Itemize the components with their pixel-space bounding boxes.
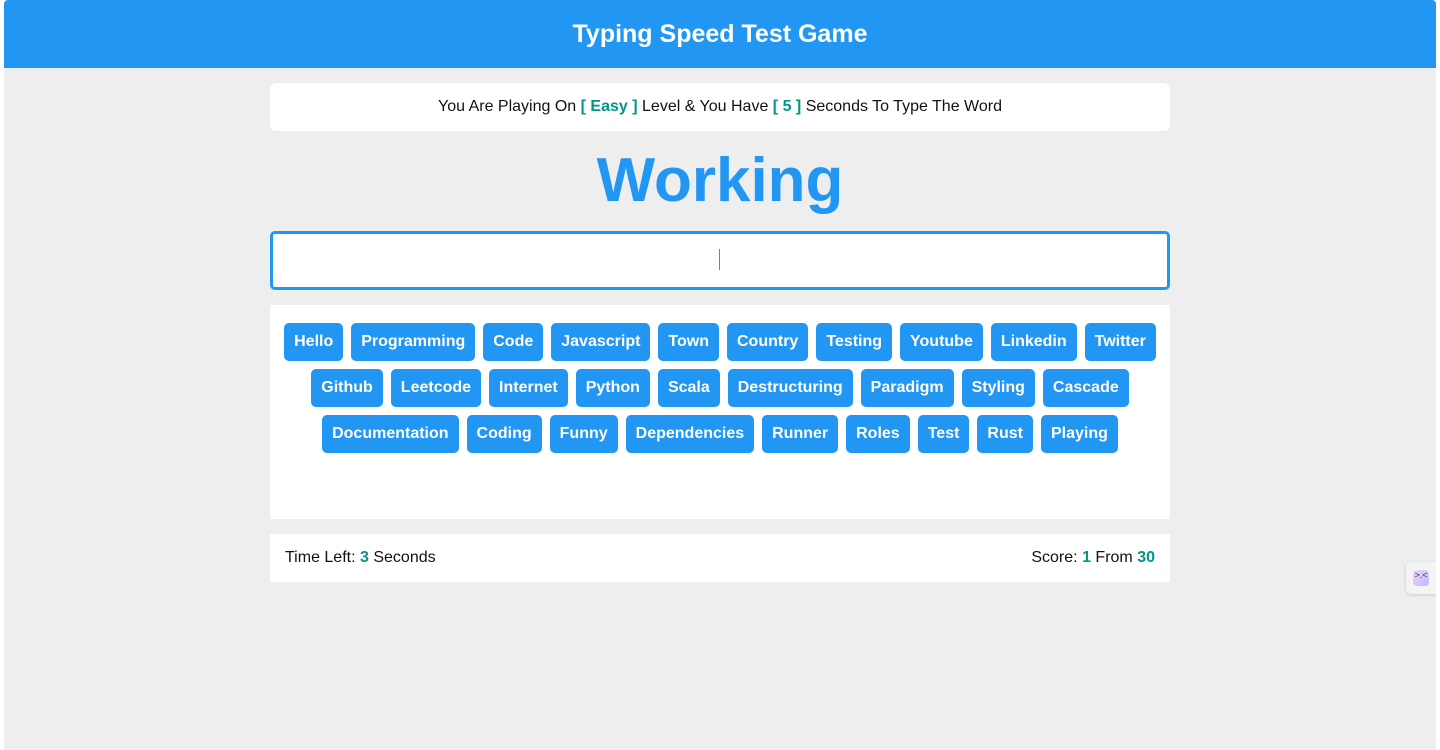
typing-input[interactable]	[270, 231, 1170, 290]
word-chip: Documentation	[322, 415, 459, 453]
word-chip: Youtube	[900, 323, 983, 361]
word-chip: Internet	[489, 369, 568, 407]
game-container: You Are Playing On [ Easy ] Level & You …	[270, 83, 1170, 582]
time-unit: Seconds	[373, 549, 436, 566]
app-header: Typing Speed Test Game	[4, 0, 1436, 68]
current-word: Working	[596, 146, 844, 215]
control-bar: Time Left: 3 Seconds Score: 1 From 30	[270, 534, 1170, 582]
message-suffix: Seconds To Type The Word	[805, 98, 1002, 115]
game-window: Typing Speed Test Game You Are Playing O…	[4, 0, 1436, 750]
word-chip: Scala	[657, 369, 720, 407]
side-assistant-tab[interactable]: >.<	[1406, 562, 1436, 594]
input-box	[270, 231, 1170, 290]
word-chip: Code	[483, 323, 544, 361]
word-chip: Linkedin	[990, 323, 1077, 361]
word-chip: Programming	[351, 323, 476, 361]
word-chip: Country	[727, 323, 809, 361]
word-chip: Python	[575, 369, 650, 407]
word-chip: Leetcode	[390, 369, 482, 407]
word-chip: Destructuring	[727, 369, 853, 407]
time-value: 3	[360, 549, 369, 566]
word-chip: Roles	[846, 415, 910, 453]
assistant-face-icon: >.<	[1413, 570, 1429, 586]
score-total: 30	[1137, 549, 1155, 566]
word-chip: Test	[917, 415, 970, 453]
score-from-label: From	[1095, 549, 1133, 566]
word-chip: Javascript	[551, 323, 651, 361]
score-label: Score:	[1031, 549, 1078, 566]
score-value: 1	[1082, 549, 1091, 566]
word-chip: Cascade	[1042, 369, 1129, 407]
score: Score: 1 From 30	[1031, 549, 1155, 567]
word-chip: Funny	[549, 415, 618, 453]
upcoming-words: Hello Programming Code Javascript Town Countr…	[270, 305, 1170, 519]
word-chip: Styling	[961, 369, 1035, 407]
word-chip: Hello	[284, 323, 344, 361]
word-chip: Rust	[977, 415, 1033, 453]
level-seconds: [ 5 ]	[772, 98, 802, 115]
word-chip: Runner	[762, 415, 839, 453]
word-chip: Town	[658, 323, 719, 361]
word-chip: Dependencies	[625, 415, 755, 453]
word-chip: Playing	[1040, 415, 1118, 453]
message-middle: Level & You Have	[642, 98, 769, 115]
time-left: Time Left: 3 Seconds	[285, 549, 436, 567]
level-name: [ Easy ]	[580, 98, 638, 115]
message-prefix: You Are Playing On	[438, 98, 577, 115]
word-chip: Testing	[816, 323, 893, 361]
text-caret	[719, 249, 720, 270]
word-chip: Twitter	[1084, 323, 1156, 361]
time-label: Time Left:	[285, 549, 356, 566]
app-title: Typing Speed Test Game	[572, 19, 868, 48]
level-message: You Are Playing On [ Easy ] Level & You …	[270, 83, 1170, 131]
word-chip: Paradigm	[860, 369, 954, 407]
word-chip: Github	[311, 369, 383, 407]
word-chip: Coding	[466, 415, 542, 453]
